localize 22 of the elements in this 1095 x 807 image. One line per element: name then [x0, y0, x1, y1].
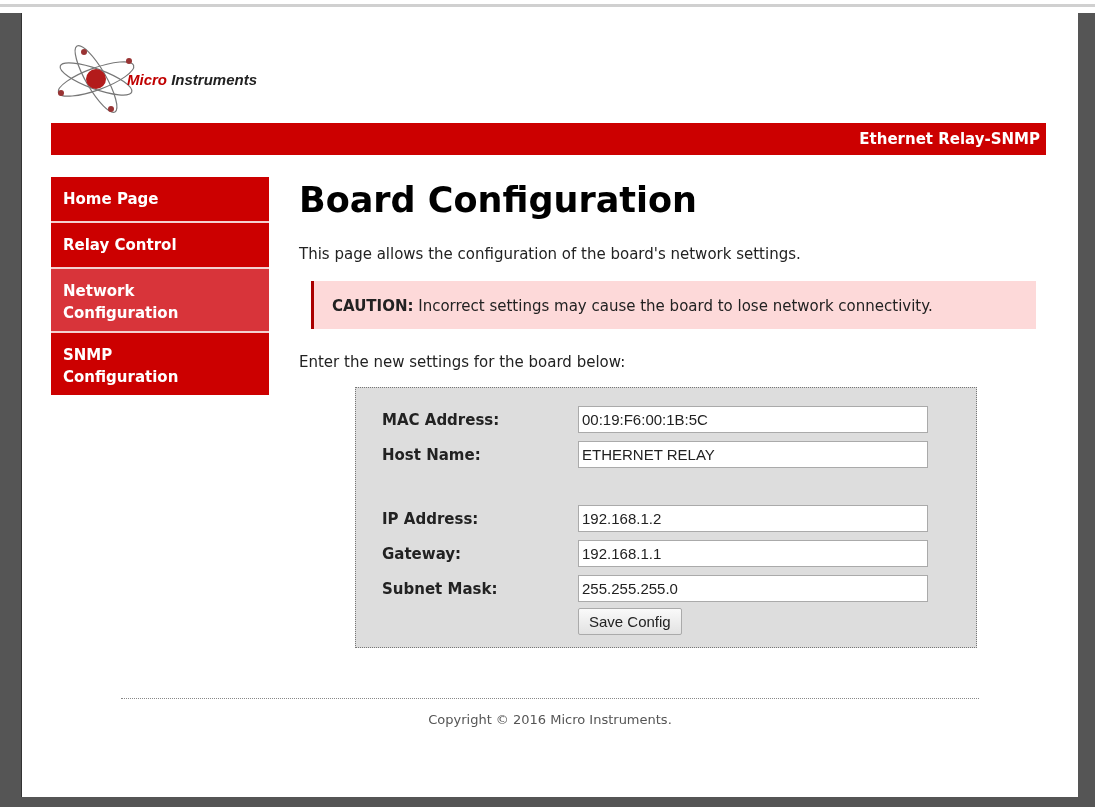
input-field[interactable]: 192.168.1.2	[578, 505, 928, 532]
sidebar-item[interactable]: Network Configuration	[51, 269, 269, 333]
field-label: Subnet Mask:	[382, 579, 499, 598]
page-heading: Board Configuration	[299, 180, 698, 220]
field-label: Gateway:	[382, 544, 463, 563]
input-field[interactable]: 255.255.255.0	[578, 575, 928, 602]
sidebar-item[interactable]: Home Page	[51, 177, 269, 223]
banner-title: Ethernet Relay-SNMP	[859, 130, 1041, 148]
form-prompt: Enter the new settings for the board below:	[299, 353, 627, 371]
field-label: MAC Address:	[382, 410, 501, 429]
sidebar-item[interactable]: Relay Control	[51, 223, 269, 269]
save-button[interactable]: Save Config	[578, 608, 682, 635]
logo-text: Micro Instruments	[127, 70, 258, 88]
sidebar-item[interactable]: SNMP Configuration	[51, 333, 269, 395]
field-label: Host Name:	[382, 445, 482, 464]
copyright-text: Copyright © 2016 Micro Instruments.	[428, 712, 672, 727]
intro-text: This page allows the configuration of the board's network settings.	[299, 245, 802, 263]
caution-notice: CAUTION: Incorrect settings may cause the board to lose network connectivity.	[311, 281, 1036, 329]
input-field[interactable]: 192.168.1.1	[578, 540, 928, 567]
input-field[interactable]: ETHERNET RELAY	[578, 441, 928, 468]
field-label: IP Address:	[382, 509, 480, 528]
input-field[interactable]: 00:19:F6:00:1B:5C	[578, 406, 928, 433]
